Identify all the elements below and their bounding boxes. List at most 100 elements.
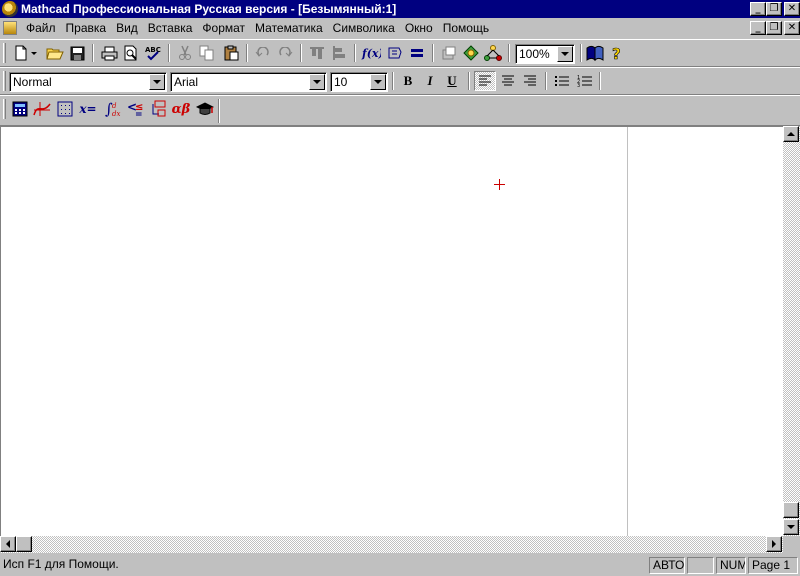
mathcad-app-icon[interactable] [2, 1, 18, 17]
paste-clipboard-icon[interactable] [220, 43, 242, 63]
page-boundary-line [627, 127, 628, 537]
network-icon[interactable] [482, 43, 504, 63]
font-size-value: 10 [334, 75, 348, 89]
calculus-toolbar-icon[interactable]: ∫ d dx [103, 99, 125, 119]
standard-toolbar: ABC f(x) 100% [0, 39, 800, 67]
formatting-toolbar: Normal Arial 10 B I U 123 [0, 67, 800, 95]
scrollbar-corner [783, 536, 800, 553]
svg-text:3: 3 [577, 83, 580, 88]
vertical-scroll-thumb[interactable] [783, 502, 799, 518]
insert-component-icon[interactable] [438, 43, 460, 63]
graph-toolbar-icon[interactable] [31, 99, 53, 119]
document-icon[interactable] [3, 21, 17, 35]
new-dropdown-icon[interactable] [28, 43, 40, 63]
chevron-down-icon[interactable] [149, 74, 165, 90]
scroll-down-button[interactable] [783, 519, 799, 535]
align-left-icon[interactable] [328, 43, 350, 63]
menu-bar: Файл Правка Вид Вставка Формат Математик… [0, 18, 800, 38]
menu-file[interactable]: Файл [21, 19, 61, 37]
menu-symbolics[interactable]: Символика [328, 19, 400, 37]
toolbar-grip[interactable] [3, 43, 6, 63]
bold-button[interactable]: B [397, 71, 419, 91]
resource-center-icon[interactable] [460, 43, 482, 63]
menu-format[interactable]: Формат [197, 19, 250, 37]
align-text-right-icon[interactable] [519, 71, 541, 91]
scroll-right-button[interactable] [766, 536, 782, 552]
cut-scissors-icon[interactable] [174, 43, 196, 63]
horizontal-scroll-thumb[interactable] [16, 536, 32, 552]
help-question-icon[interactable]: ? [606, 43, 628, 63]
toolbar-grip[interactable] [3, 99, 6, 119]
close-button[interactable]: ✕ [784, 2, 800, 16]
scroll-left-button[interactable] [0, 536, 16, 552]
zoom-select[interactable]: 100% [515, 44, 575, 64]
math-toolbar: x= ∫ d dx < ≤ = αβ [0, 95, 800, 126]
font-size-select[interactable]: 10 [330, 72, 388, 92]
style-select[interactable]: Normal [9, 72, 167, 92]
status-bar: Исп F1 для Помощи. АВТО NUM Page 1 [0, 555, 800, 576]
calculator-icon[interactable] [9, 99, 31, 119]
spell-check-icon[interactable]: ABC [142, 43, 164, 63]
insert-function-icon[interactable]: f(x) [360, 43, 382, 63]
svg-text:=: = [135, 110, 143, 118]
symbolic-keyword-icon[interactable] [194, 99, 216, 119]
menu-edit[interactable]: Правка [61, 19, 112, 37]
chevron-down-icon[interactable] [309, 74, 325, 90]
save-disk-icon[interactable] [66, 43, 88, 63]
vertical-scrollbar[interactable] [783, 126, 800, 536]
svg-text:dx: dx [112, 110, 120, 118]
print-icon[interactable] [98, 43, 120, 63]
copy-icon[interactable] [196, 43, 218, 63]
font-value: Arial [174, 75, 199, 89]
menu-help[interactable]: Помощь [438, 19, 494, 37]
status-mode: АВТО [649, 557, 685, 574]
calculate-equals-icon[interactable] [406, 43, 428, 63]
italic-button[interactable]: I [419, 71, 441, 91]
menu-insert[interactable]: Вставка [143, 19, 198, 37]
align-top-icon[interactable] [306, 43, 328, 63]
status-num-lock: NUM [716, 557, 746, 574]
redo-icon[interactable] [274, 43, 296, 63]
restore-button[interactable]: ❐ [766, 2, 782, 16]
menu-window[interactable]: Окно [400, 19, 438, 37]
chevron-down-icon[interactable] [557, 46, 573, 62]
crosshair-cursor-icon [494, 179, 505, 190]
zoom-value: 100% [519, 47, 550, 61]
align-text-left-icon[interactable] [474, 71, 496, 91]
title-bar: Mathcad Профессиональная Русская версия … [0, 0, 800, 18]
underline-button[interactable]: U [441, 71, 463, 91]
insert-unit-icon[interactable] [384, 43, 406, 63]
programming-toolbar-icon[interactable] [147, 99, 169, 119]
toolbar-grip[interactable] [3, 71, 6, 91]
doc-restore-button[interactable]: ❐ [766, 21, 782, 35]
minimize-button[interactable]: _ [750, 2, 766, 16]
menu-math[interactable]: Математика [250, 19, 328, 37]
horizontal-scrollbar[interactable] [0, 536, 783, 553]
scroll-up-button[interactable] [783, 126, 799, 142]
status-page: Page 1 [748, 557, 798, 574]
status-help-text: Исп F1 для Помощи. [3, 557, 119, 571]
style-value: Normal [13, 75, 52, 89]
boolean-toolbar-icon[interactable]: < ≤ = [125, 99, 147, 119]
svg-text:d: d [112, 102, 117, 110]
font-select[interactable]: Arial [170, 72, 327, 92]
doc-close-button[interactable]: ✕ [784, 21, 800, 35]
print-preview-icon[interactable] [120, 43, 142, 63]
greek-toolbar-icon[interactable]: αβ [169, 99, 193, 119]
chevron-down-icon[interactable] [370, 74, 386, 90]
svg-text:f(x): f(x) [361, 47, 381, 60]
worksheet-area[interactable] [0, 126, 784, 537]
matrix-toolbar-icon[interactable] [54, 99, 76, 119]
window-title: Mathcad Профессиональная Русская версия … [21, 2, 397, 16]
doc-minimize-button[interactable]: _ [750, 21, 766, 35]
open-folder-icon[interactable] [44, 43, 66, 63]
bullet-list-icon[interactable] [551, 71, 573, 91]
align-text-center-icon[interactable] [497, 71, 519, 91]
menu-view[interactable]: Вид [111, 19, 143, 37]
evaluation-toolbar-icon[interactable]: x= [76, 99, 100, 119]
numbered-list-icon[interactable]: 123 [574, 71, 596, 91]
undo-icon[interactable] [252, 43, 274, 63]
status-blank-panel [687, 557, 714, 574]
book-icon[interactable] [584, 43, 606, 63]
svg-text:?: ? [612, 45, 621, 61]
